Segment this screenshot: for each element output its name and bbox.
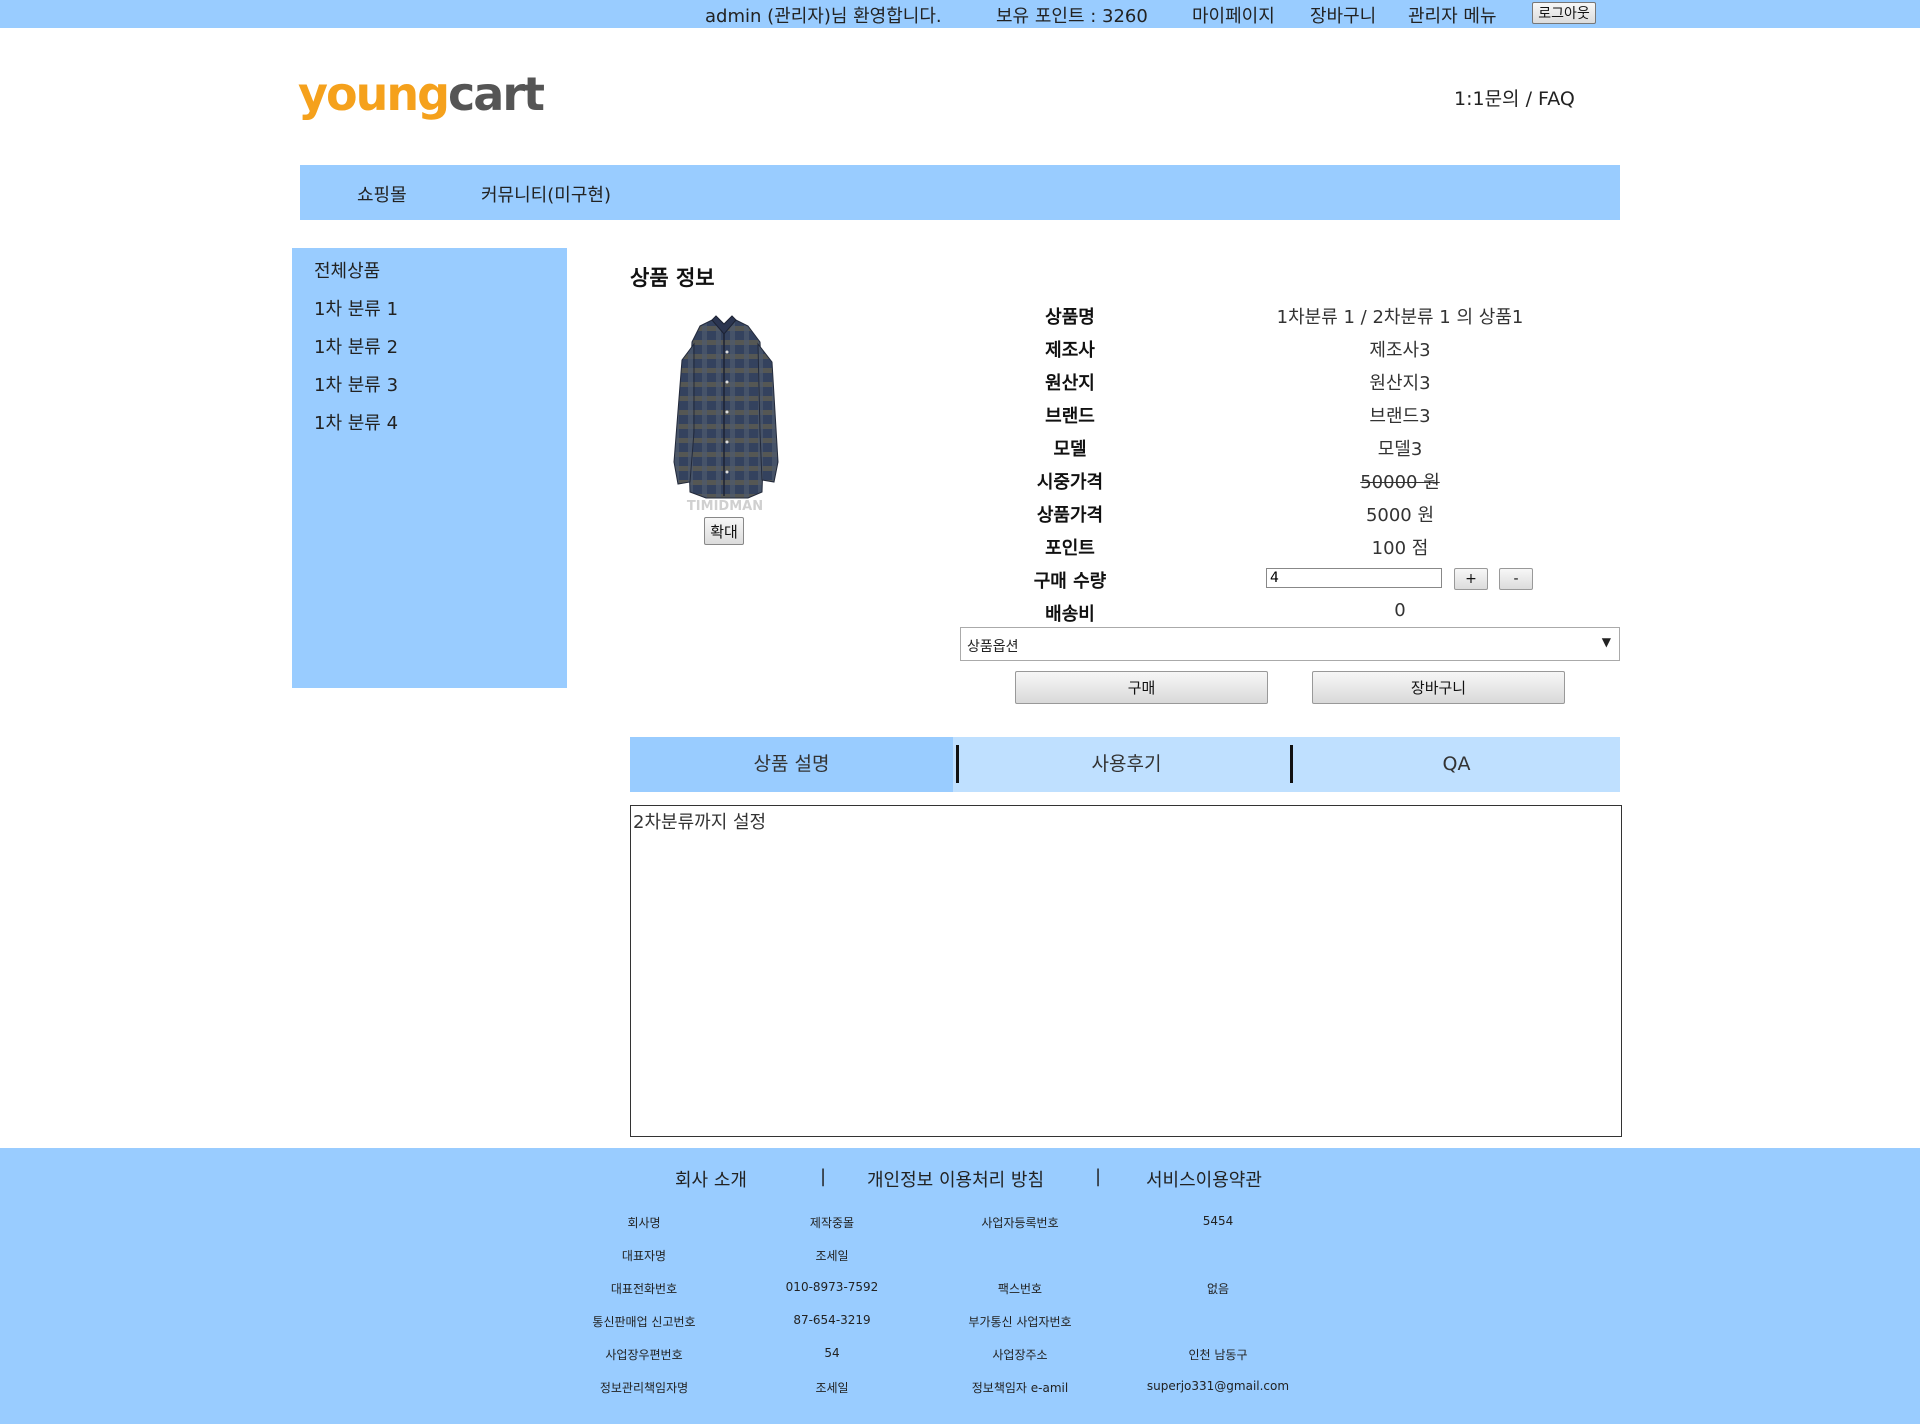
footer-info-value: superjo331@gmail.com <box>1146 1379 1290 1393</box>
option-select-value: 상품옵션 <box>967 639 1019 655</box>
nav-item-shopping-mall[interactable]: 쇼핑몰 <box>357 181 407 207</box>
footer-info-value: 010-8973-7592 <box>785 1280 879 1294</box>
quantity-plus-button[interactable]: + <box>1454 568 1488 590</box>
spec-label-shipping: 배송비 <box>1045 604 1095 625</box>
help-faq-link[interactable]: 1:1문의 / FAQ <box>1454 84 1575 111</box>
footer-info-label: 사업장우편번호 <box>605 1348 683 1362</box>
spec-label-market-price: 시중가격 <box>1036 472 1104 493</box>
chevron-down-icon: ▼ <box>1601 635 1611 649</box>
spec-label-origin: 원산지 <box>1045 373 1095 394</box>
tab-reviews[interactable]: 사용후기 <box>960 737 1293 792</box>
quantity-minus-button[interactable]: - <box>1499 568 1533 590</box>
sidebar-item-all-products[interactable]: 전체상품 <box>314 257 380 283</box>
spec-value-shipping: 0 <box>1394 600 1406 621</box>
spec-value-origin: 원산지3 <box>1369 373 1431 394</box>
logout-button[interactable]: 로그아웃 <box>1532 2 1596 24</box>
footer-info-label: 부가통신 사업자번호 <box>968 1315 1072 1329</box>
spec-value-points: 100 점 <box>1371 538 1429 559</box>
svg-text:TIMIDMAN: TIMIDMAN <box>687 499 763 512</box>
description-panel: 2차분류까지 설정 <box>630 805 1622 1137</box>
footer-info-label: 정보관리책임자명 <box>599 1381 689 1395</box>
category-sidebar: 전체상품 1차 분류 1 1차 분류 2 1차 분류 3 1차 분류 4 <box>292 248 567 688</box>
spec-value-manufacturer: 제조사3 <box>1369 340 1431 361</box>
spec-value-market-price: 50000 원 <box>1360 472 1440 493</box>
footer-link-privacy[interactable]: 개인정보 이용처리 방침 <box>867 1166 1044 1192</box>
sidebar-item-category-3[interactable]: 1차 분류 3 <box>314 371 398 397</box>
spec-label-name: 상품명 <box>1045 307 1095 328</box>
buy-button[interactable]: 구매 <box>1015 671 1268 704</box>
footer-info-label: 정보책임자 e-amil <box>971 1381 1069 1395</box>
footer-info-label: 팩스번호 <box>997 1282 1043 1296</box>
tab-description[interactable]: 상품 설명 <box>630 737 953 792</box>
site-logo[interactable]: youngcart <box>298 64 545 124</box>
footer-info-label: 사업자등록번호 <box>981 1216 1059 1230</box>
product-tabs: 상품 설명 사용후기 QA <box>630 737 1620 792</box>
footer-info-value: 87-654-3219 <box>793 1313 871 1327</box>
section-title: 상품 정보 <box>630 266 715 290</box>
footer-info-label: 사업장주소 <box>992 1348 1048 1362</box>
spec-value-brand: 브랜드3 <box>1369 406 1431 427</box>
admin-menu-link[interactable]: 관리자 메뉴 <box>1408 2 1497 28</box>
quantity-input[interactable] <box>1266 568 1442 588</box>
spec-label-brand: 브랜드 <box>1045 406 1095 427</box>
spec-label-price: 상품가격 <box>1036 505 1104 526</box>
tab-divider <box>956 745 959 783</box>
spec-value-price: 5000 원 <box>1365 505 1435 526</box>
footer-info-label: 회사명 <box>627 1216 661 1230</box>
footer-info-label: 대표전화번호 <box>610 1282 678 1296</box>
footer-separator: | <box>820 1166 827 1187</box>
footer-info-label: 대표자명 <box>621 1249 667 1263</box>
footer-info-value: 5454 <box>1202 1214 1234 1228</box>
mypage-link[interactable]: 마이페이지 <box>1192 2 1275 28</box>
spec-value-name: 1차분류 1 / 2차분류 1 의 상품1 <box>1276 307 1524 328</box>
zoom-button[interactable]: 확대 <box>704 517 744 545</box>
footer-info-value: 조세일 <box>815 1381 849 1395</box>
footer-link-company[interactable]: 회사 소개 <box>675 1166 747 1192</box>
sidebar-item-category-1[interactable]: 1차 분류 1 <box>314 295 398 321</box>
points-text: 보유 포인트 : 3260 <box>996 6 1148 27</box>
footer-info-value: 없음 <box>1206 1282 1230 1296</box>
main-nav: 쇼핑몰 커뮤니티(미구현) <box>300 165 1620 220</box>
spec-label-points: 포인트 <box>1045 538 1095 559</box>
add-to-cart-button[interactable]: 장바구니 <box>1312 671 1565 704</box>
spec-value-model: 모델3 <box>1377 439 1423 460</box>
product-option-select[interactable]: 상품옵션 ▼ <box>960 627 1620 661</box>
logo-text: youngcart <box>298 67 545 121</box>
footer-separator: | <box>1095 1166 1102 1187</box>
spec-label-manufacturer: 제조사 <box>1045 340 1095 361</box>
nav-item-community[interactable]: 커뮤니티(미구현) <box>481 181 611 207</box>
spec-label-model: 모델 <box>1053 439 1087 460</box>
site-footer: 회사 소개 | 개인정보 이용처리 방침 | 서비스이용약관 회사명 제작중몰 … <box>0 1148 1920 1424</box>
product-image: TIMIDMAN <box>660 312 790 514</box>
footer-info-value: 54 <box>824 1346 840 1360</box>
top-bar: admin (관리자)님 환영합니다. 보유 포인트 : 3260 마이페이지 … <box>0 0 1920 28</box>
sidebar-item-category-4[interactable]: 1차 분류 4 <box>314 409 398 435</box>
footer-info-label: 통신판매업 신고번호 <box>592 1315 696 1329</box>
spec-label-quantity: 구매 수량 <box>1033 571 1107 592</box>
welcome-text: admin (관리자)님 환영합니다. <box>705 6 942 27</box>
footer-info-value: 조세일 <box>815 1249 849 1263</box>
footer-info-value: 제작중몰 <box>809 1216 855 1230</box>
description-text: 2차분류까지 설정 <box>633 812 767 833</box>
footer-info-value: 인천 남동구 <box>1188 1348 1248 1362</box>
tab-qa[interactable]: QA <box>1293 737 1620 792</box>
footer-link-terms[interactable]: 서비스이용약관 <box>1146 1166 1262 1192</box>
shirt-image: TIMIDMAN <box>673 315 779 514</box>
cart-link[interactable]: 장바구니 <box>1310 2 1376 28</box>
sidebar-item-category-2[interactable]: 1차 분류 2 <box>314 333 398 359</box>
